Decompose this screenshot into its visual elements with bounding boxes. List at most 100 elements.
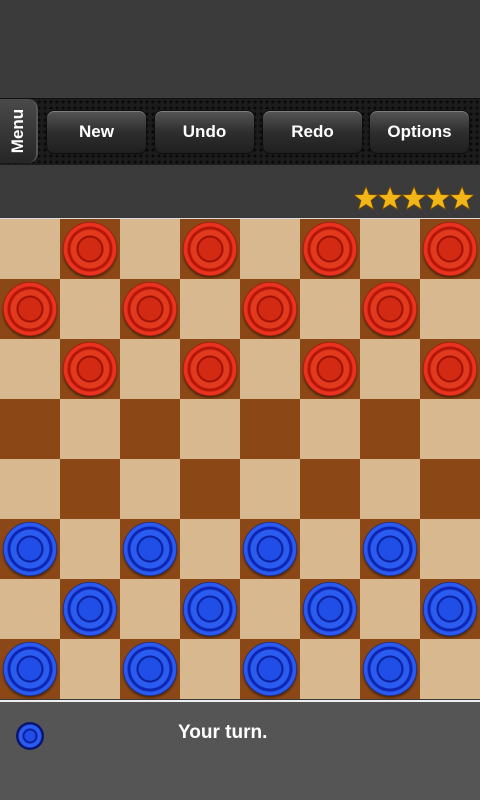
board-square[interactable] <box>360 459 420 519</box>
board-square[interactable] <box>120 279 180 339</box>
toolbar: Menu New Undo Redo Options <box>0 98 480 166</box>
board-square[interactable] <box>420 579 480 639</box>
board-square[interactable] <box>240 399 300 459</box>
board-square[interactable] <box>360 219 420 279</box>
board-square[interactable] <box>120 339 180 399</box>
board-square[interactable] <box>360 639 420 699</box>
board-square[interactable] <box>300 339 360 399</box>
blue-checker-piece[interactable] <box>183 582 237 636</box>
blue-checker-piece[interactable] <box>303 582 357 636</box>
red-checker-piece[interactable] <box>123 282 177 336</box>
red-checker-piece[interactable] <box>243 282 297 336</box>
board-square[interactable] <box>360 279 420 339</box>
board-square[interactable] <box>180 579 240 639</box>
board-square[interactable] <box>60 279 120 339</box>
board-square[interactable] <box>300 579 360 639</box>
board-square[interactable] <box>360 579 420 639</box>
red-checker-piece[interactable] <box>423 222 477 276</box>
board-square[interactable] <box>0 519 60 579</box>
new-game-button[interactable]: New <box>46 110 147 154</box>
board-square[interactable] <box>300 399 360 459</box>
red-checker-piece[interactable] <box>363 282 417 336</box>
red-checker-piece[interactable] <box>3 282 57 336</box>
red-checker-piece[interactable] <box>63 222 117 276</box>
board-square[interactable] <box>420 399 480 459</box>
board-square[interactable] <box>0 399 60 459</box>
blue-checker-piece[interactable] <box>3 522 57 576</box>
red-checker-piece[interactable] <box>183 342 237 396</box>
blue-checker-piece[interactable] <box>243 522 297 576</box>
red-checker-piece[interactable] <box>183 222 237 276</box>
board-square[interactable] <box>180 399 240 459</box>
board-square[interactable] <box>180 519 240 579</box>
board-square[interactable] <box>180 639 240 699</box>
board-square[interactable] <box>120 459 180 519</box>
options-button[interactable]: Options <box>369 110 470 154</box>
status-bar: Your turn. <box>0 700 480 800</box>
red-checker-piece[interactable] <box>303 222 357 276</box>
board-square[interactable] <box>360 339 420 399</box>
board-square[interactable] <box>360 399 420 459</box>
board-square[interactable] <box>120 579 180 639</box>
blue-checker-piece[interactable] <box>63 582 117 636</box>
board-square[interactable] <box>60 579 120 639</box>
board-square[interactable] <box>240 339 300 399</box>
board-square[interactable] <box>60 399 120 459</box>
board-square[interactable] <box>360 519 420 579</box>
board-square[interactable] <box>300 279 360 339</box>
board-square[interactable] <box>120 639 180 699</box>
redo-button[interactable]: Redo <box>262 110 363 154</box>
undo-button[interactable]: Undo <box>154 110 255 154</box>
blue-checker-piece[interactable] <box>363 522 417 576</box>
board-square[interactable] <box>0 279 60 339</box>
board-square[interactable] <box>180 219 240 279</box>
board-square[interactable] <box>240 639 300 699</box>
red-checker-piece[interactable] <box>63 342 117 396</box>
star-icon <box>378 185 402 211</box>
blue-checker-piece[interactable] <box>123 642 177 696</box>
board-square[interactable] <box>180 339 240 399</box>
board-square[interactable] <box>420 519 480 579</box>
blue-checker-piece[interactable] <box>123 522 177 576</box>
board-square[interactable] <box>300 219 360 279</box>
board-square[interactable] <box>180 279 240 339</box>
star-icon <box>426 185 450 211</box>
board-square[interactable] <box>120 519 180 579</box>
top-empty-area <box>0 0 480 98</box>
menu-label: Menu <box>8 108 28 154</box>
board-square[interactable] <box>240 219 300 279</box>
menu-tab[interactable]: Menu <box>0 99 38 163</box>
checkers-board[interactable] <box>0 218 480 699</box>
board-square[interactable] <box>420 639 480 699</box>
board-square[interactable] <box>420 219 480 279</box>
board-square[interactable] <box>0 459 60 519</box>
board-square[interactable] <box>420 459 480 519</box>
board-square[interactable] <box>0 579 60 639</box>
board-square[interactable] <box>60 519 120 579</box>
blue-checker-piece[interactable] <box>423 582 477 636</box>
board-square[interactable] <box>0 639 60 699</box>
board-square[interactable] <box>60 219 120 279</box>
board-square[interactable] <box>120 399 180 459</box>
board-square[interactable] <box>300 459 360 519</box>
board-square[interactable] <box>240 579 300 639</box>
board-square[interactable] <box>0 219 60 279</box>
board-square[interactable] <box>300 639 360 699</box>
board-square[interactable] <box>240 459 300 519</box>
board-square[interactable] <box>60 639 120 699</box>
board-square[interactable] <box>60 339 120 399</box>
board-square[interactable] <box>180 459 240 519</box>
board-square[interactable] <box>120 219 180 279</box>
board-square[interactable] <box>420 279 480 339</box>
board-square[interactable] <box>0 339 60 399</box>
red-checker-piece[interactable] <box>423 342 477 396</box>
board-square[interactable] <box>240 519 300 579</box>
blue-checker-piece[interactable] <box>363 642 417 696</box>
board-square[interactable] <box>60 459 120 519</box>
board-square[interactable] <box>240 279 300 339</box>
blue-checker-piece[interactable] <box>243 642 297 696</box>
red-checker-piece[interactable] <box>303 342 357 396</box>
board-square[interactable] <box>300 519 360 579</box>
board-square[interactable] <box>420 339 480 399</box>
blue-checker-piece[interactable] <box>3 642 57 696</box>
